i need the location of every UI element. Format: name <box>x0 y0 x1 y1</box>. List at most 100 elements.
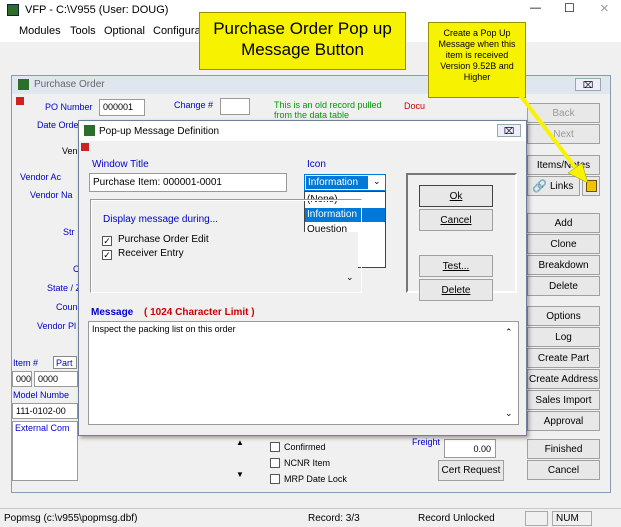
freight-field[interactable]: 0.00 <box>444 439 496 458</box>
status-empty-pane <box>525 511 548 526</box>
freight-label: Freight <box>412 437 441 447</box>
dialog-titlebar: Pop-up Message Definition ⌧ <box>79 121 526 141</box>
callout-arrow <box>518 95 589 184</box>
receiver-entry-label: Receiver Entry <box>118 248 184 259</box>
state-zip-label: State / Z <box>47 283 82 293</box>
display-during-label: Display message during... <box>103 214 219 225</box>
scroll-down-icon: ▼ <box>236 470 244 479</box>
delete-button[interactable]: Delete <box>527 276 600 296</box>
po-number-field[interactable]: 000001 <box>99 99 145 116</box>
clone-button[interactable]: Clone <box>527 234 600 254</box>
popup-definition-dialog: Pop-up Message Definition ⌧ Window Title… <box>78 120 527 436</box>
maximize-button[interactable]: ☐ <box>564 1 575 15</box>
icon-select-value: Information <box>306 176 368 189</box>
display-during-group: Display message during... ✓ Purchase Ord… <box>90 199 362 293</box>
test-button[interactable]: Test... <box>419 255 493 277</box>
create-address-button[interactable]: Create Address <box>527 369 600 389</box>
chevron-down-icon: ⌄ <box>373 176 381 186</box>
breakdown-button[interactable]: Breakdown <box>527 255 600 275</box>
message-scroll-up-icon[interactable]: ⌃ <box>505 327 513 338</box>
window-title-input[interactable]: Purchase Item: 000001-0001 <box>89 173 287 192</box>
app-icon <box>7 4 19 16</box>
external-comments-box[interactable]: External Com <box>12 421 78 481</box>
mrp-date-lock-checkbox[interactable] <box>270 474 280 484</box>
message-label: Message <box>91 307 134 318</box>
cancel-po-button[interactable]: Cancel <box>527 460 600 480</box>
external-comments-label: External Com <box>15 423 70 433</box>
add-button[interactable]: Add <box>527 213 600 233</box>
part-header[interactable]: Part <box>53 356 77 369</box>
scroll-up-icon: ▲ <box>236 438 244 447</box>
icon-label: Icon <box>307 159 326 170</box>
options-button[interactable]: Options <box>527 306 600 326</box>
change-field[interactable] <box>220 98 250 115</box>
status-bar: Popmsg (c:\v955\popmsg.dbf) Record: 3/3 … <box>0 508 621 527</box>
callout-version: Create a Pop Up Message when this item i… <box>428 22 526 98</box>
status-record: Record: 3/3 <box>308 513 360 524</box>
ncnr-checkbox[interactable] <box>270 458 280 468</box>
minimize-button[interactable]: — <box>530 2 541 14</box>
dialog-title: Pop-up Message Definition <box>99 126 220 137</box>
dialog-x-icon <box>81 143 89 151</box>
approval-button[interactable]: Approval <box>527 411 600 431</box>
change-label: Change # <box>174 100 214 110</box>
old-record-note: This is an old record pulled from the da… <box>274 100 382 120</box>
message-text: Inspect the packing list on this order <box>92 324 236 334</box>
test-label: Test... <box>442 261 470 272</box>
dialog-delete-label: Delete <box>441 285 471 296</box>
ncnr-label: NCNR Item <box>284 458 331 468</box>
po-title: Purchase Order <box>34 79 105 90</box>
docu-label: Docu <box>404 101 426 111</box>
comments-scrollbar[interactable]: ▲ ▼ <box>233 438 249 483</box>
create-part-button[interactable]: Create Part <box>527 348 600 368</box>
display-during-list: ✓ Purchase Order Edit ✓ Receiver Entry ⌄ <box>100 232 358 292</box>
status-num: NUM <box>552 511 592 526</box>
confirmed-label: Confirmed <box>284 442 326 452</box>
x-icon <box>16 97 24 105</box>
mrp-date-lock-label: MRP Date Lock <box>284 474 347 484</box>
dialog-icon <box>84 125 95 136</box>
app-title: VFP - C:\V955 (User: DOUG) <box>25 4 169 16</box>
country-label: Coun <box>56 302 78 312</box>
model-number-field[interactable]: 111-0102-00 <box>12 403 78 419</box>
ok-label: Ok <box>449 191 463 202</box>
callout-arrow-line <box>518 95 580 173</box>
ok-button[interactable]: Ok <box>419 185 493 207</box>
status-lock: Record Unlocked <box>418 513 495 524</box>
part-cell[interactable]: 0000 <box>34 371 78 387</box>
menu-tools[interactable]: Tools <box>70 25 96 37</box>
dialog-cancel-button[interactable]: Cancel <box>419 209 493 231</box>
po-edit-checkbox[interactable]: ✓ <box>102 236 112 246</box>
vendor-phone-label: Vendor Pl <box>37 321 77 331</box>
po-edit-label: Purchase Order Edit <box>118 234 209 245</box>
date-order-label: Date Orde <box>37 120 79 130</box>
dialog-delete-button[interactable]: Delete <box>419 279 493 301</box>
list-scroll-down-icon[interactable]: ⌄ <box>346 272 354 283</box>
icon-select[interactable]: Information ⌄ <box>304 174 386 191</box>
menu-configure[interactable]: Configura <box>153 25 201 37</box>
window-title-label: Window Title <box>92 159 149 170</box>
status-file: Popmsg (c:\v955\popmsg.dbf) <box>4 513 138 524</box>
message-textarea[interactable]: Inspect the packing list on this order ⌃… <box>88 321 519 425</box>
close-button[interactable]: × <box>600 0 609 17</box>
vendor-account-label: Vendor Ac <box>20 172 62 182</box>
vendor-label: Ven <box>62 146 78 156</box>
callout-arrow-head <box>567 162 589 184</box>
callout-main: Purchase Order Pop up Message Button <box>199 12 406 70</box>
model-number-label: Model Numbe <box>13 390 70 400</box>
log-button[interactable]: Log <box>527 327 600 347</box>
sales-import-button[interactable]: Sales Import <box>527 390 600 410</box>
message-limit-label: ( 1024 Character Limit ) <box>144 307 255 318</box>
message-scroll-down-icon[interactable]: ⌄ <box>505 408 513 419</box>
item-number-cell[interactable]: 0001 <box>12 371 32 387</box>
finished-button[interactable]: Finished <box>527 439 600 459</box>
receiver-entry-checkbox[interactable]: ✓ <box>102 250 112 260</box>
po-number-label: PO Number <box>45 102 93 112</box>
menu-optional[interactable]: Optional <box>104 25 145 37</box>
confirmed-checkbox[interactable] <box>270 442 280 452</box>
cert-request-button[interactable]: Cert Request <box>438 460 504 481</box>
street-label: Str <box>63 227 75 237</box>
po-close-button[interactable]: ⌧ <box>575 78 601 91</box>
menu-modules[interactable]: Modules <box>19 25 61 37</box>
item-number-header: Item # <box>13 358 39 368</box>
